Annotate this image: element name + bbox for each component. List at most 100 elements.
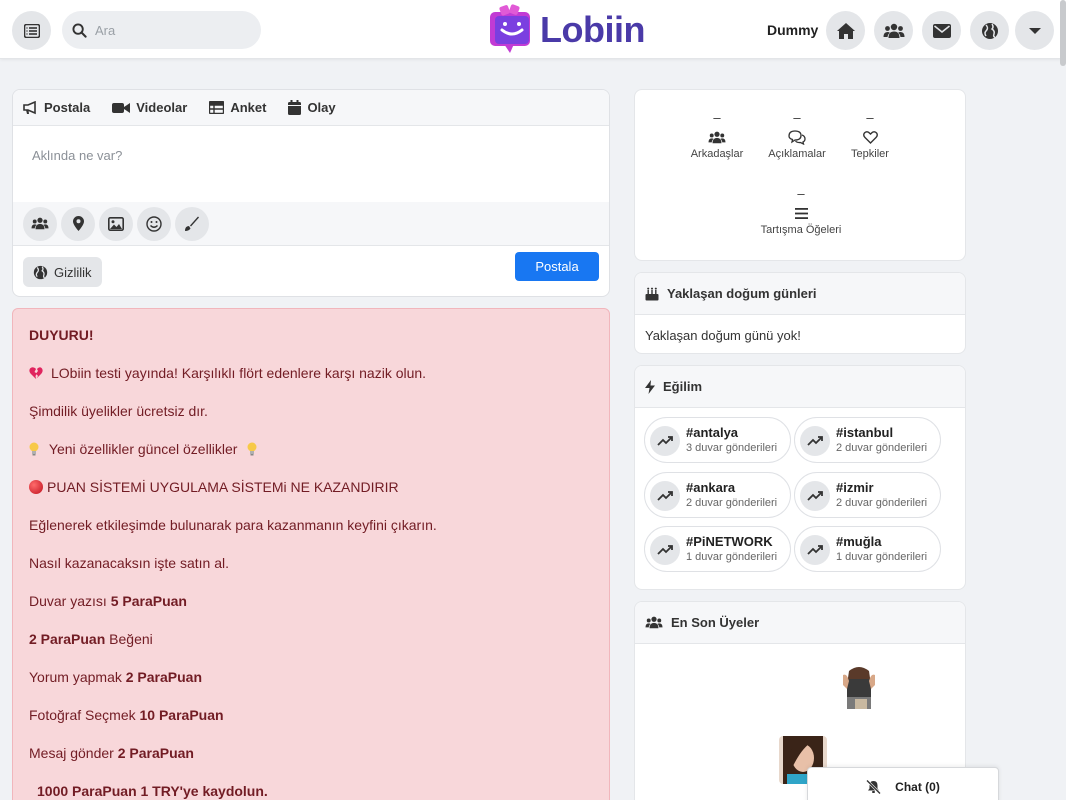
trend-count: 2 duvar gönderileri — [686, 497, 778, 509]
map-pin-icon — [72, 216, 84, 231]
home-button[interactable] — [826, 11, 865, 50]
tab-videos[interactable]: Videolar — [112, 100, 187, 115]
earn-label: Yorum yapmak — [29, 669, 122, 685]
bell-slash-icon — [866, 780, 882, 794]
announcement-text: Yeni özellikler güncel özellikler — [48, 441, 238, 457]
stat-reactions[interactable]: – Tepkiler — [825, 110, 915, 160]
announcement-text: LObiin testi yayında! Karşılıklı flört e… — [51, 365, 427, 381]
earn-points: 2 ParaPuan — [125, 669, 203, 685]
earn-points: 2 ParaPuan — [117, 745, 194, 761]
tab-post-label: Postala — [44, 100, 91, 115]
messages-button[interactable] — [922, 11, 961, 50]
composer-tools — [13, 202, 609, 246]
cake-icon — [645, 287, 659, 300]
trend-tag[interactable]: #izmir 2 duvar gönderileri — [794, 472, 941, 518]
profile-stats-card: – Arkadaşlar – Açıklamalar – Tepkiler – … — [634, 89, 966, 261]
announcement-box: DUYURU! LObiin testi yayında! Karşılıklı… — [12, 308, 610, 800]
trend-tag[interactable]: #ankara 2 duvar gönderileri — [644, 472, 791, 518]
tab-poll[interactable]: Anket — [209, 100, 266, 115]
tab-event-label: Olay — [307, 100, 336, 115]
stat-label: Tartışma Öğeleri — [760, 224, 842, 236]
smile-icon — [146, 215, 162, 232]
friends-button[interactable] — [874, 11, 913, 50]
users-icon — [708, 131, 726, 143]
privacy-button[interactable]: Gizlilik — [23, 257, 102, 287]
brush-icon — [185, 216, 199, 231]
image-icon — [108, 216, 124, 231]
home-icon — [836, 22, 855, 39]
trend-tag[interactable]: #antalya 3 duvar gönderileri — [644, 417, 791, 463]
post-text-input[interactable]: Aklında ne var? — [13, 126, 609, 202]
birthdays-empty: Yaklaşan doğum günü yok! — [645, 328, 801, 343]
birthdays-header: Yaklaşan doğum günleri — [635, 273, 965, 315]
birthdays-card: Yaklaşan doğum günleri Yaklaşan doğum gü… — [634, 272, 966, 354]
globe-button[interactable] — [970, 11, 1009, 50]
trend-up-icon — [807, 545, 823, 555]
stat-friends[interactable]: – Arkadaşlar — [672, 110, 762, 160]
tag-friends-button[interactable] — [23, 206, 57, 241]
megaphone-icon — [23, 100, 36, 114]
search-placeholder: Ara — [95, 22, 116, 38]
trend-name: #istanbul — [836, 425, 894, 440]
composer-tabs: Postala Videolar Anket Olay — [13, 90, 609, 126]
username[interactable]: Dummy — [767, 22, 818, 38]
color-button[interactable] — [175, 206, 209, 241]
trend-name: #PiNETWORK — [686, 534, 773, 549]
menu-button[interactable] — [12, 11, 51, 50]
trending-card: Eğilim #antalya 3 duvar gönderileri #ist… — [634, 365, 966, 590]
earn-photo: Fotoğraf Seçmek 10 ParaPuan — [29, 707, 224, 723]
red-circle-icon — [29, 480, 43, 494]
announcement-line: PUAN SİSTEMİ UYGULAMA SİSTEMi NE KAZANDI… — [29, 479, 399, 495]
announcement-line: Eğlenerek etkileşimde bulunarak para kaz… — [29, 517, 437, 533]
stat-label: Tepkiler — [851, 148, 889, 160]
logo-text: Lobiin — [540, 9, 645, 50]
trend-count: 2 duvar gönderileri — [836, 442, 928, 454]
bars-icon — [794, 207, 808, 219]
users-icon — [31, 217, 49, 230]
scrollbar[interactable] — [1060, 0, 1066, 66]
trend-tag[interactable]: #PiNETWORK 1 duvar gönderileri — [644, 526, 791, 572]
announcement-line: Nasıl kazanacaksın işte satın al. — [29, 555, 229, 571]
video-icon — [112, 102, 131, 113]
logo[interactable]: Lobiin — [486, 4, 645, 56]
avatar-image — [835, 661, 883, 709]
earn-label: Duvar yazısı — [29, 593, 107, 609]
tab-post[interactable]: Postala — [23, 100, 90, 115]
users-icon — [883, 23, 904, 38]
tab-event[interactable]: Olay — [288, 100, 336, 115]
earn-signup: 1000 ParaPuan 1 TRY'ye kaydolun. — [37, 783, 268, 799]
stat-value: – — [797, 186, 805, 201]
location-button[interactable] — [61, 206, 95, 241]
feeling-button[interactable] — [137, 206, 171, 241]
users-icon — [645, 616, 663, 629]
globe-icon — [981, 22, 998, 39]
earn-label: Fotoğraf Seçmek — [29, 707, 136, 723]
post-button[interactable]: Postala — [515, 252, 599, 281]
announcement-text: PUAN SİSTEMİ UYGULAMA SİSTEMi NE KAZANDI… — [47, 479, 399, 495]
trend-tag[interactable]: #muğla 1 duvar gönderileri — [794, 526, 941, 572]
search-input[interactable]: Ara — [62, 11, 261, 49]
member-avatar[interactable] — [835, 661, 883, 709]
post-text-placeholder: Aklında ne var? — [32, 148, 123, 163]
trend-tag[interactable]: #istanbul 2 duvar gönderileri — [794, 417, 941, 463]
trend-name: #izmir — [836, 480, 874, 495]
chat-toggle[interactable]: Chat (0) — [807, 767, 999, 800]
trend-up-icon — [657, 545, 673, 555]
list-icon — [23, 23, 40, 38]
announcement-line: LObiin testi yayında! Karşılıklı flört e… — [29, 365, 426, 381]
stat-label: Arkadaşlar — [690, 148, 744, 160]
trending-header: Eğilim — [635, 366, 965, 408]
account-dropdown-button[interactable] — [1015, 11, 1054, 50]
envelope-icon — [932, 23, 951, 38]
latest-members-header: En Son Üyeler — [635, 602, 965, 644]
calendar-icon — [288, 100, 302, 115]
heart-icon — [862, 130, 878, 144]
stat-discussions[interactable]: – Tartışma Öğeleri — [746, 186, 856, 236]
earn-points: 10 ParaPuan — [139, 707, 224, 723]
caret-down-icon — [1028, 27, 1041, 34]
photo-button[interactable] — [99, 206, 133, 241]
tab-videos-label: Videolar — [136, 100, 188, 115]
announcement-line: Yeni özellikler güncel özellikler — [29, 441, 257, 457]
trend-up-icon — [657, 491, 673, 501]
composer-footer: Gizlilik Postala — [13, 246, 609, 296]
